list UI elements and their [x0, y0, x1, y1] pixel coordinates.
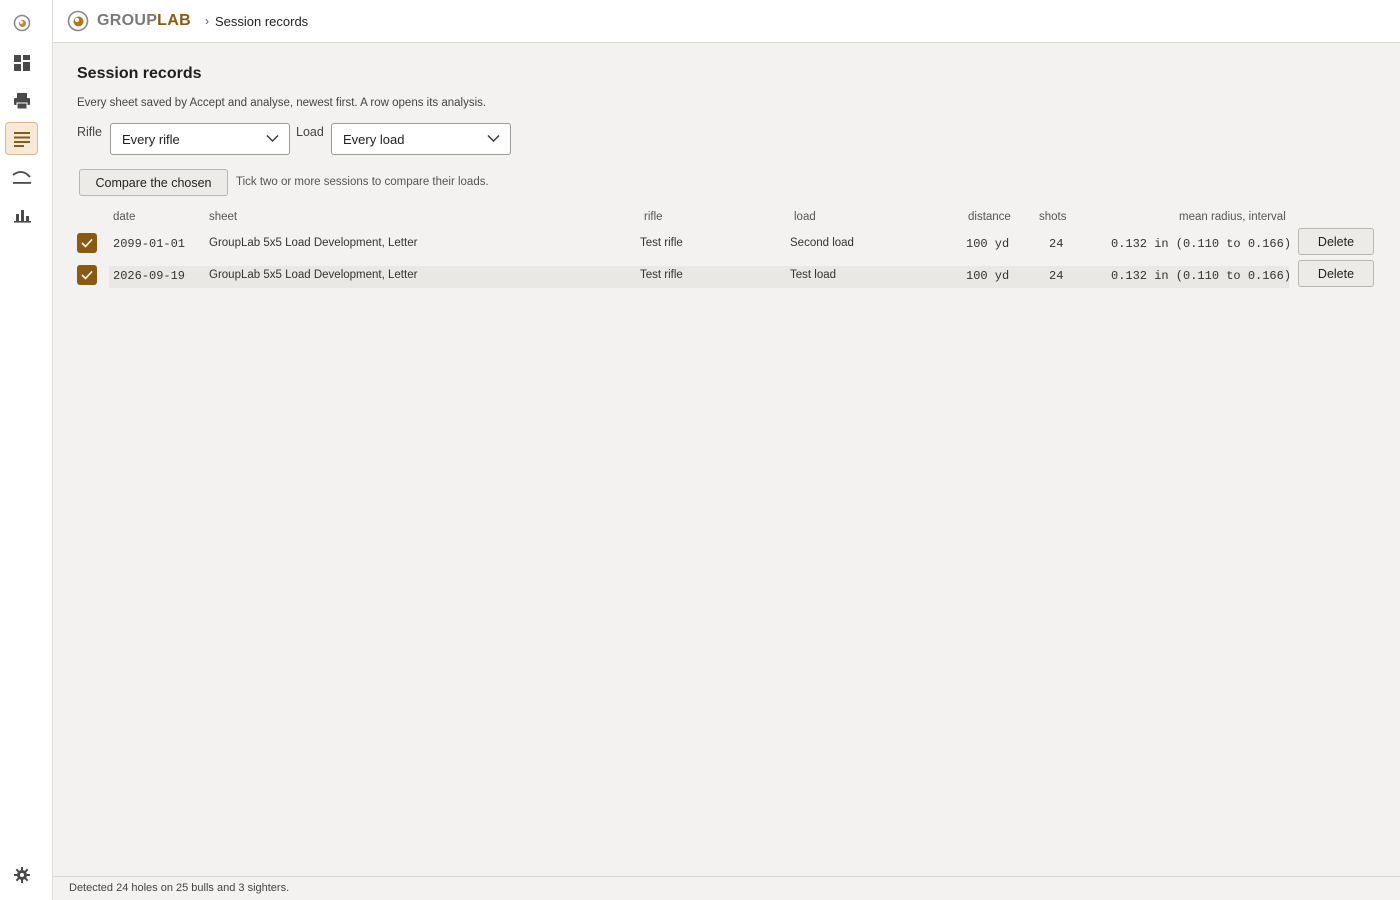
sidebar: [0, 0, 53, 900]
status-text: Detected 24 holes on 25 bulls and 3 sigh…: [69, 882, 290, 894]
load-filter-value: Every load: [343, 131, 405, 147]
gear-icon: [13, 866, 30, 883]
row-load: Second load: [790, 237, 854, 249]
page-title: Session records: [77, 65, 202, 82]
compare-button[interactable]: Compare the chosen: [79, 169, 228, 196]
printer-icon: [13, 92, 30, 109]
breadcrumb-current: Session records: [214, 13, 309, 29]
bar-chart-icon: [13, 209, 31, 223]
column-header-mean-radius[interactable]: mean radius, interval: [1179, 211, 1286, 223]
load-filter-select[interactable]: Every load: [331, 123, 511, 155]
row-sheet: GroupLab 5x5 Load Development, Letter: [209, 269, 418, 281]
top-bar: GROUPLAB › Session records: [53, 0, 1400, 43]
column-header-rifle[interactable]: rifle: [644, 211, 663, 223]
delete-button[interactable]: Delete: [1298, 228, 1374, 255]
column-header-load[interactable]: load: [794, 211, 816, 223]
check-icon: [81, 238, 93, 248]
row-date: 2099-01-01: [113, 237, 186, 251]
row-shots: 24: [1049, 269, 1064, 283]
check-icon: [81, 270, 93, 280]
row-load: Test load: [790, 269, 837, 281]
sidebar-home-logo[interactable]: [5, 6, 38, 39]
chevron-down-icon: [266, 135, 279, 142]
breadcrumb-separator: ›: [204, 14, 209, 28]
status-bar: Detected 24 holes on 25 bulls and 3 sigh…: [53, 876, 1400, 900]
chevron-down-icon: [487, 135, 500, 142]
row-distance: 100 yd: [966, 237, 1010, 251]
column-header-shots[interactable]: shots: [1039, 211, 1067, 223]
row-mean-radius: 0.132 in (0.110 to 0.166): [1111, 269, 1292, 283]
table-row[interactable]: 2026-09-19 GroupLab 5x5 Load Development…: [77, 260, 1377, 288]
sidebar-item-session-records[interactable]: [5, 122, 38, 155]
compare-hint: Tick two or more sessions to compare the…: [236, 176, 489, 188]
trajectory-icon: [11, 170, 31, 184]
row-mean-radius: 0.132 in (0.110 to 0.166): [1111, 237, 1292, 251]
row-shots: 24: [1049, 237, 1064, 251]
sidebar-settings[interactable]: [5, 858, 38, 891]
row-sheet: GroupLab 5x5 Load Development, Letter: [209, 237, 418, 249]
page-description: Every sheet saved by Accept and analyse,…: [77, 97, 487, 109]
brand-logo-icon[interactable]: [67, 10, 89, 32]
sidebar-item-print[interactable]: [5, 84, 38, 117]
target-logo-icon: [13, 14, 30, 31]
row-checkbox[interactable]: [77, 233, 97, 253]
row-checkbox[interactable]: [77, 265, 97, 285]
brand-name[interactable]: GROUPLAB: [97, 12, 191, 30]
row-rifle: Test rifle: [640, 237, 683, 249]
rifle-filter-value: Every rifle: [122, 131, 180, 147]
dashboard-icon: [13, 54, 30, 71]
brand-prefix: GROUP: [97, 12, 158, 29]
brand-suffix: LAB: [157, 12, 191, 29]
list-icon: [13, 131, 30, 147]
column-header-distance[interactable]: distance: [968, 211, 1011, 223]
column-header-sheet[interactable]: sheet: [209, 211, 237, 223]
rifle-filter-select[interactable]: Every rifle: [110, 123, 290, 155]
table-row[interactable]: 2099-01-01 GroupLab 5x5 Load Development…: [77, 228, 1377, 256]
rifle-filter-label: Rifle: [77, 125, 103, 139]
delete-button[interactable]: Delete: [1298, 260, 1374, 287]
row-rifle: Test rifle: [640, 269, 683, 281]
column-header-date[interactable]: date: [113, 211, 135, 223]
row-distance: 100 yd: [966, 269, 1010, 283]
load-filter-label: Load: [296, 125, 324, 139]
sidebar-item-ballistics[interactable]: [5, 160, 38, 193]
sidebar-item-charts[interactable]: [5, 198, 38, 231]
sidebar-item-dashboard[interactable]: [5, 46, 38, 79]
row-date: 2026-09-19: [113, 269, 186, 283]
